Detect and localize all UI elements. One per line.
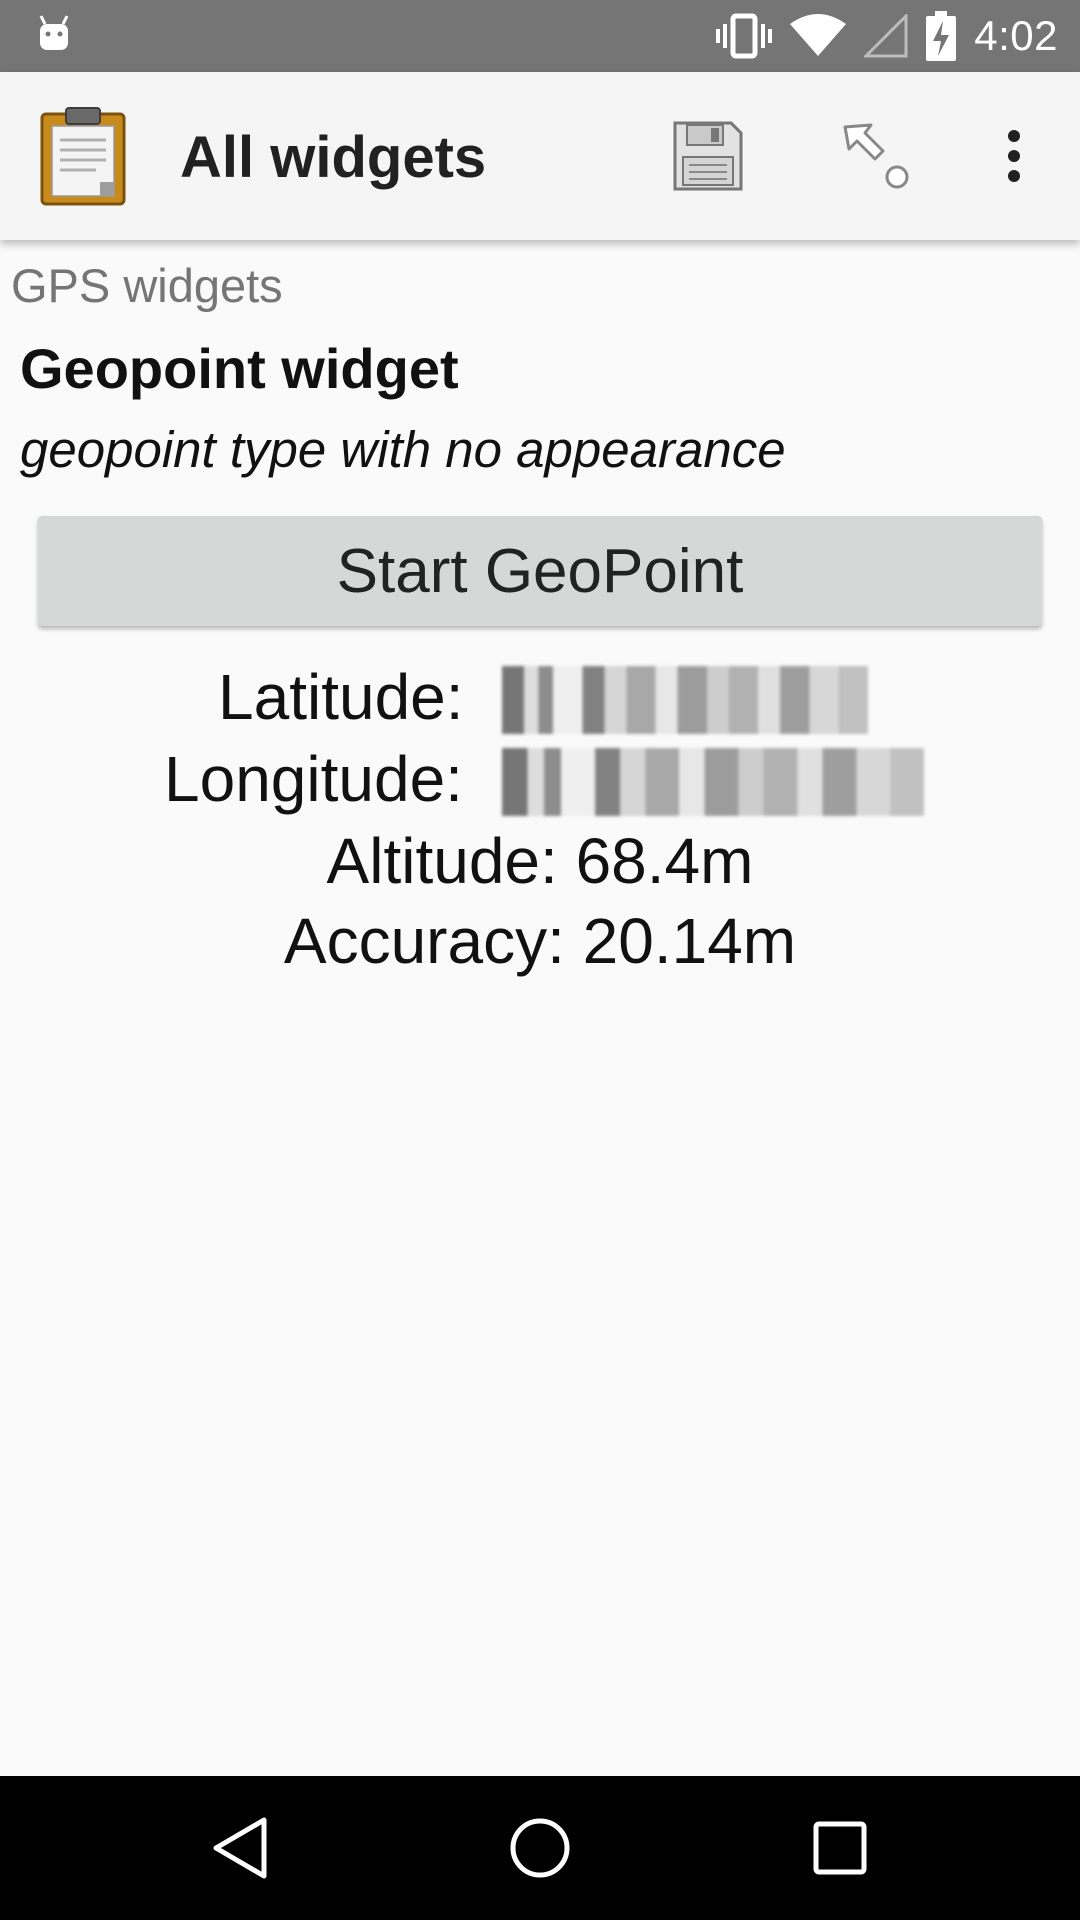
- save-floppy-icon: [673, 121, 743, 191]
- latitude-row: Latitude:: [0, 660, 1080, 742]
- home-icon: [510, 1818, 570, 1878]
- back-button[interactable]: [190, 1798, 290, 1898]
- system-navigation-bar: [0, 1776, 1080, 1920]
- clipboard-form-icon: [40, 107, 126, 206]
- android-notification-icon: [39, 15, 69, 50]
- longitude-label: Longitude:: [164, 743, 463, 815]
- app-toolbar: All widgets: [0, 72, 1080, 240]
- vibrate-icon: [716, 13, 773, 59]
- home-button[interactable]: [490, 1798, 590, 1898]
- jump-to-question-button[interactable]: [836, 116, 916, 196]
- group-label: GPS widgets: [11, 259, 283, 312]
- back-icon: [213, 1817, 267, 1879]
- overflow-menu-button[interactable]: [974, 116, 1054, 196]
- latitude-label: Latitude:: [218, 661, 464, 733]
- status-time: 4:02: [974, 12, 1058, 59]
- question-label: Geopoint widget: [20, 337, 459, 400]
- signal-icon: [864, 14, 908, 58]
- recents-button[interactable]: [790, 1798, 890, 1898]
- longitude-row: Longitude:: [0, 742, 1080, 824]
- longitude-redacted-value: [502, 748, 924, 816]
- accuracy-readout: Accuracy: 20.14m: [283, 905, 797, 977]
- recents-icon: [813, 1821, 867, 1875]
- battery-charging-icon: [926, 11, 957, 61]
- save-button[interactable]: [668, 116, 748, 196]
- more-vertical-icon: [1008, 130, 1020, 182]
- wifi-icon: [790, 14, 847, 56]
- question-hint: geopoint type with no appearance: [20, 421, 786, 478]
- form-content: GPS widgets Geopoint widget geopoint typ…: [0, 240, 1080, 1776]
- latitude-redacted-value: [502, 666, 868, 734]
- status-bar: 4:02: [0, 0, 1080, 72]
- jump-to-question-icon: [843, 123, 909, 189]
- toolbar-title: All widgets: [180, 125, 487, 190]
- start-geopoint-button[interactable]: Start GeoPoint: [38, 516, 1042, 626]
- altitude-readout: Altitude: 68.4m: [326, 825, 754, 897]
